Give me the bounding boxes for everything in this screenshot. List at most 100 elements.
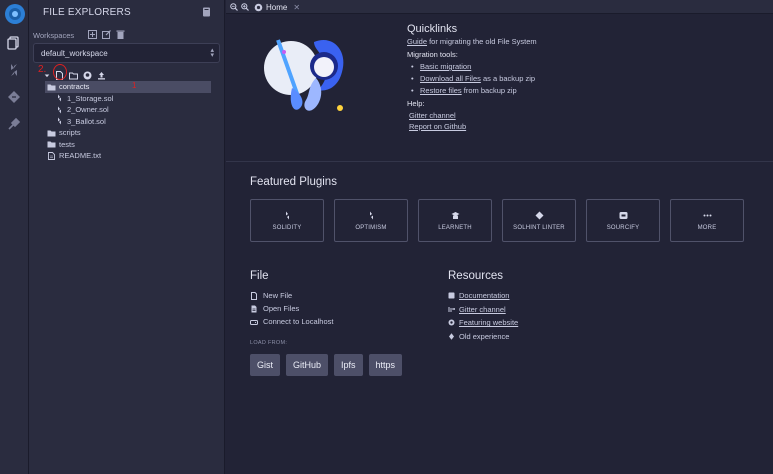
gitter-link[interactable]: Gitter channel xyxy=(448,303,518,317)
optimism-icon xyxy=(369,211,373,219)
section-divider xyxy=(226,161,773,162)
open-files-action[interactable]: Open Files xyxy=(250,302,333,315)
documentation-label: Documentation xyxy=(459,291,510,301)
tree-folder[interactable]: contracts xyxy=(45,81,211,93)
solhint-icon xyxy=(535,211,543,219)
add-workspace-icon[interactable] xyxy=(88,30,97,39)
report-github-link[interactable]: Report on Github xyxy=(409,122,747,131)
tree-folder[interactable]: tests xyxy=(45,139,211,151)
tree-item-label: contracts xyxy=(59,82,90,92)
download-all-files-link[interactable]: Download all Files xyxy=(420,74,481,83)
plugin-optimism[interactable]: OPTIMISM xyxy=(334,199,408,242)
remix-logo-icon[interactable] xyxy=(4,3,26,25)
tree-file[interactable]: 2_Owner.sol xyxy=(45,104,211,116)
featuring-website-label: Featuring website xyxy=(459,318,519,328)
github-icon[interactable] xyxy=(83,71,92,80)
plugin-manager-icon[interactable] xyxy=(7,117,21,131)
plugin-label: MORE xyxy=(697,224,717,231)
load-https-button[interactable]: https xyxy=(368,354,403,376)
workspace-select[interactable]: default_workspace ▴ ▾ xyxy=(33,43,220,63)
guide-link[interactable]: Guide xyxy=(407,37,427,46)
tab-home[interactable]: Home ✕ xyxy=(254,1,300,13)
annotation-step-2: 2. xyxy=(38,64,47,75)
gitter-label: Gitter channel xyxy=(459,304,506,314)
text-file-icon xyxy=(48,151,55,160)
resources-list: Documentation Gitter channel Featuring w… xyxy=(448,289,518,343)
workspace-select-value: default_workspace xyxy=(41,49,108,58)
featured-plugins: SOLIDITY OPTIMISM LEARNETH SOLHINT LINTE… xyxy=(250,199,744,242)
file-explorer-panel: FILE EXPLORERS Workspaces default_worksp… xyxy=(29,0,225,474)
featuring-website-link[interactable]: Featuring website xyxy=(448,316,518,330)
load-ipfs-button[interactable]: Ipfs xyxy=(334,354,363,376)
plugin-solhint-linter[interactable]: SOLHINT LINTER xyxy=(502,199,576,242)
basic-migration-link[interactable]: Basic migration xyxy=(420,62,471,71)
zoom-in-icon[interactable] xyxy=(241,3,249,11)
guide-text: for migrating the old File System xyxy=(427,37,537,46)
tree-file[interactable]: 1_Storage.sol xyxy=(45,93,211,105)
help-label: Help: xyxy=(407,99,425,108)
gitter-channel-link[interactable]: Gitter channel xyxy=(409,111,747,120)
ethereum-icon xyxy=(449,333,454,340)
icon-rail xyxy=(0,0,29,474)
open-files-label: Open Files xyxy=(263,304,300,313)
quicklinks-section: Quicklinks Guide for migrating the old F… xyxy=(407,23,747,133)
plugin-solidity[interactable]: SOLIDITY xyxy=(250,199,324,242)
old-experience-label: Old experience xyxy=(459,331,510,341)
remix-mascot-illustration xyxy=(264,39,344,111)
deploy-run-icon[interactable] xyxy=(7,90,21,104)
plugin-learneth[interactable]: LEARNETH xyxy=(418,199,492,242)
file-section-title: File xyxy=(250,270,269,282)
plugin-more[interactable]: MORE xyxy=(670,199,744,242)
migration-tools-label: Migration tools: xyxy=(407,50,458,59)
restore-files-link[interactable]: Restore files xyxy=(420,86,462,95)
tree-item-label: scripts xyxy=(59,128,81,138)
tree-file[interactable]: 3_Ballot.sol xyxy=(45,116,211,128)
hard-drive-icon xyxy=(250,319,258,325)
new-file-action[interactable]: New File xyxy=(250,289,333,302)
load-from-label: LOAD FROM: xyxy=(250,340,288,346)
download-text: as a backup zip xyxy=(480,74,536,83)
upload-icon[interactable] xyxy=(97,71,106,80)
connect-localhost-label: Connect to Localhost xyxy=(263,317,334,326)
delete-workspace-icon[interactable] xyxy=(116,30,125,39)
plugin-label: SOURCIFY xyxy=(606,224,640,231)
load-gist-button[interactable]: Gist xyxy=(250,354,281,376)
migration-list: Basic migration Download all Files as a … xyxy=(407,62,747,95)
documentation-link[interactable]: Documentation xyxy=(448,289,518,303)
tab-close-icon[interactable]: ✕ xyxy=(293,3,300,12)
tree-file[interactable]: README.txt xyxy=(45,150,211,162)
resources-title: Resources xyxy=(448,270,503,282)
old-experience-link[interactable]: Old experience xyxy=(448,330,518,344)
workspaces-label: Workspaces xyxy=(33,31,75,40)
tab-home-label: Home xyxy=(266,2,288,12)
annotation-circle xyxy=(53,64,67,80)
plugin-sourcify[interactable]: SOURCIFY xyxy=(586,199,660,242)
plugin-label: SOLHINT LINTER xyxy=(513,224,565,231)
file-icon xyxy=(251,291,257,300)
workspace-actions xyxy=(88,30,125,39)
plugin-label: OPTIMISM xyxy=(355,224,387,231)
load-github-button[interactable]: GitHub xyxy=(286,354,329,376)
gitter-icon xyxy=(448,306,455,312)
tree-item-label: 3_Ballot.sol xyxy=(67,116,106,126)
file-explorer-icon[interactable] xyxy=(7,36,21,50)
sourcify-icon xyxy=(619,211,627,219)
zoom-out-icon[interactable] xyxy=(230,3,238,11)
tree-item-label: 1_Storage.sol xyxy=(67,93,114,103)
tree-item-label: tests xyxy=(59,139,75,149)
rename-workspace-icon[interactable] xyxy=(102,30,111,39)
tree-item-label: 2_Owner.sol xyxy=(67,105,109,115)
book-icon[interactable] xyxy=(202,7,211,17)
featured-plugins-title: Featured Plugins xyxy=(250,176,337,188)
solidity-compiler-icon[interactable] xyxy=(7,63,21,77)
solidity-file-icon xyxy=(58,117,61,125)
file-actions: New File Open Files Connect to Localhost xyxy=(250,289,333,328)
new-folder-icon[interactable] xyxy=(69,71,78,80)
folder-icon xyxy=(47,84,56,91)
connect-localhost-action[interactable]: Connect to Localhost xyxy=(250,315,333,328)
select-arrows-icon: ▴ ▾ xyxy=(210,47,214,59)
solidity-file-icon xyxy=(58,94,61,102)
tree-folder[interactable]: scripts xyxy=(45,127,211,139)
new-file-label: New File xyxy=(263,291,293,300)
folder-icon xyxy=(47,141,56,148)
